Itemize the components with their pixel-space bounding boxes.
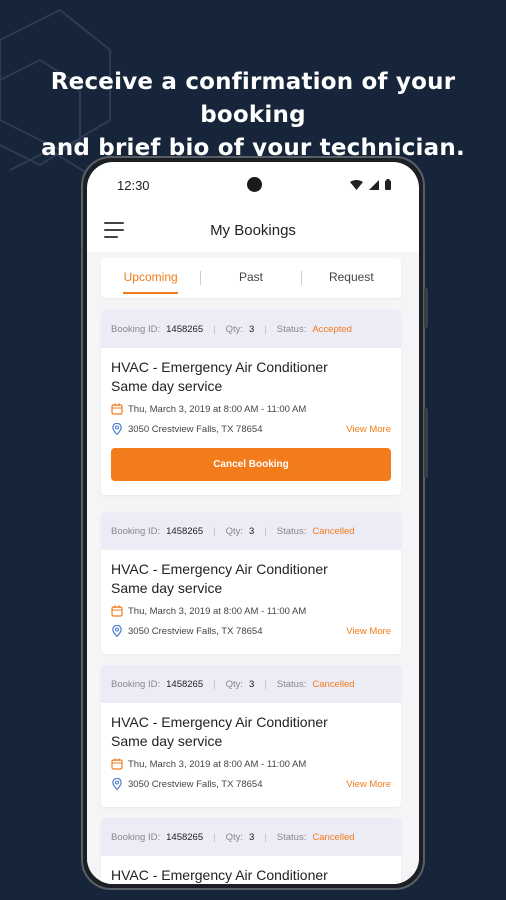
- service-title: HVAC - Emergency Air Conditioner Same da…: [111, 713, 391, 751]
- phone-frame: 12:30 My Bookings Upcoming Past Request: [81, 156, 428, 890]
- battery-icon: [385, 179, 391, 190]
- location-pin-icon: [112, 778, 122, 790]
- booking-id-value: 1458265: [166, 831, 204, 843]
- status-badge: Accepted: [312, 323, 352, 335]
- status-label: Status:: [276, 525, 307, 537]
- booking-card-header: Booking ID: 1458265 | Qty: 3 | Status: C…: [101, 665, 401, 703]
- booking-address: 3050 Crestview Falls, TX 78654: [128, 778, 263, 790]
- booking-card-header: Booking ID: 1458265 | Qty: 3 | Status: A…: [101, 310, 401, 348]
- service-title-line-1: HVAC - Emergency Air Conditioner: [111, 359, 328, 375]
- booking-id-value: 1458265: [166, 678, 204, 690]
- service-title-line-2: Same day service: [111, 378, 223, 394]
- service-title-line-1: HVAC - Emergency Air Conditioner: [111, 561, 328, 577]
- headline-line-1: Receive a confirmation of your booking: [50, 69, 456, 128]
- calendar-icon: [111, 758, 123, 770]
- status-time: 12:30: [117, 178, 150, 193]
- qty-value: 3: [249, 323, 255, 335]
- service-title: HVAC - Emergency Air Conditioner: [111, 866, 391, 884]
- page-title: My Bookings: [210, 222, 296, 239]
- booking-id-label: Booking ID:: [111, 323, 161, 335]
- booking-address: 3050 Crestview Falls, TX 78654: [128, 423, 263, 435]
- booking-card[interactable]: Booking ID: 1458265 | Qty: 3 | Status: C…: [101, 665, 401, 807]
- qty-label: Qty:: [225, 678, 243, 690]
- service-title-line-2: Same day service: [111, 580, 223, 596]
- camera-cutout: [247, 177, 262, 192]
- status-badge: Cancelled: [312, 831, 355, 843]
- booking-id-label: Booking ID:: [111, 831, 161, 843]
- booking-datetime-row: Thu, March 3, 2019 at 8:00 AM - 11:00 AM: [111, 604, 391, 618]
- booking-address-row: 3050 Crestview Falls, TX 78654 View More: [111, 624, 391, 638]
- booking-datetime-row: Thu, March 3, 2019 at 8:00 AM - 11:00 AM: [111, 757, 391, 771]
- location-pin-icon: [112, 625, 122, 637]
- booking-datetime-row: Thu, March 3, 2019 at 8:00 AM - 11:00 AM: [111, 402, 391, 416]
- booking-datetime: Thu, March 3, 2019 at 8:00 AM - 11:00 AM: [128, 403, 307, 415]
- status-label: Status:: [276, 323, 307, 335]
- booking-card[interactable]: Booking ID: 1458265 | Qty: 3 | Status: A…: [101, 310, 401, 495]
- volume-button: [424, 288, 428, 328]
- booking-id-label: Booking ID:: [111, 525, 161, 537]
- cancel-booking-button[interactable]: Cancel Booking: [111, 448, 391, 481]
- booking-card-header: Booking ID: 1458265 | Qty: 3 | Status: C…: [101, 512, 401, 550]
- location-pin-icon: [112, 423, 122, 435]
- service-title-line-2: Same day service: [111, 733, 223, 749]
- booking-id-value: 1458265: [166, 323, 204, 335]
- view-more-link[interactable]: View More: [346, 626, 391, 637]
- service-title-line-1: HVAC - Emergency Air Conditioner: [111, 714, 328, 730]
- qty-label: Qty:: [225, 323, 243, 335]
- status-badge: Cancelled: [312, 678, 355, 690]
- status-label: Status:: [276, 831, 307, 843]
- calendar-icon: [111, 403, 123, 415]
- qty-value: 3: [249, 525, 255, 537]
- tab-past[interactable]: Past: [201, 258, 300, 298]
- booking-datetime: Thu, March 3, 2019 at 8:00 AM - 11:00 AM: [128, 758, 307, 770]
- qty-label: Qty:: [225, 831, 243, 843]
- status-icons: [350, 179, 391, 190]
- calendar-icon: [111, 605, 123, 617]
- booking-card[interactable]: Booking ID: 1458265 | Qty: 3 | Status: C…: [101, 818, 401, 884]
- wifi-icon: [350, 179, 363, 190]
- qty-value: 3: [249, 678, 255, 690]
- bookings-content[interactable]: Upcoming Past Request Booking ID: 145826…: [87, 252, 419, 884]
- app-bar: My Bookings: [87, 210, 419, 250]
- booking-card[interactable]: Booking ID: 1458265 | Qty: 3 | Status: C…: [101, 512, 401, 654]
- service-title-line-1: HVAC - Emergency Air Conditioner: [111, 867, 328, 883]
- booking-address-row: 3050 Crestview Falls, TX 78654 View More: [111, 777, 391, 791]
- booking-id-value: 1458265: [166, 525, 204, 537]
- power-button: [424, 408, 428, 478]
- booking-card-header: Booking ID: 1458265 | Qty: 3 | Status: C…: [101, 818, 401, 856]
- status-label: Status:: [276, 678, 307, 690]
- status-badge: Cancelled: [312, 525, 355, 537]
- tab-upcoming[interactable]: Upcoming: [101, 258, 200, 298]
- booking-datetime: Thu, March 3, 2019 at 8:00 AM - 11:00 AM: [128, 605, 307, 617]
- headline: Receive a confirmation of your booking a…: [0, 66, 506, 165]
- service-title: HVAC - Emergency Air Conditioner Same da…: [111, 358, 391, 396]
- qty-label: Qty:: [225, 525, 243, 537]
- tab-request[interactable]: Request: [302, 258, 401, 298]
- qty-value: 3: [249, 831, 255, 843]
- view-more-link[interactable]: View More: [346, 424, 391, 435]
- booking-id-label: Booking ID:: [111, 678, 161, 690]
- phone-screen: 12:30 My Bookings Upcoming Past Request: [87, 162, 419, 884]
- booking-address-row: 3050 Crestview Falls, TX 78654 View More: [111, 422, 391, 436]
- status-bar: 12:30: [87, 162, 419, 202]
- view-more-link[interactable]: View More: [346, 779, 391, 790]
- booking-tabs: Upcoming Past Request: [101, 258, 401, 298]
- booking-address: 3050 Crestview Falls, TX 78654: [128, 625, 263, 637]
- service-title: HVAC - Emergency Air Conditioner Same da…: [111, 560, 391, 598]
- signal-icon: [369, 179, 379, 190]
